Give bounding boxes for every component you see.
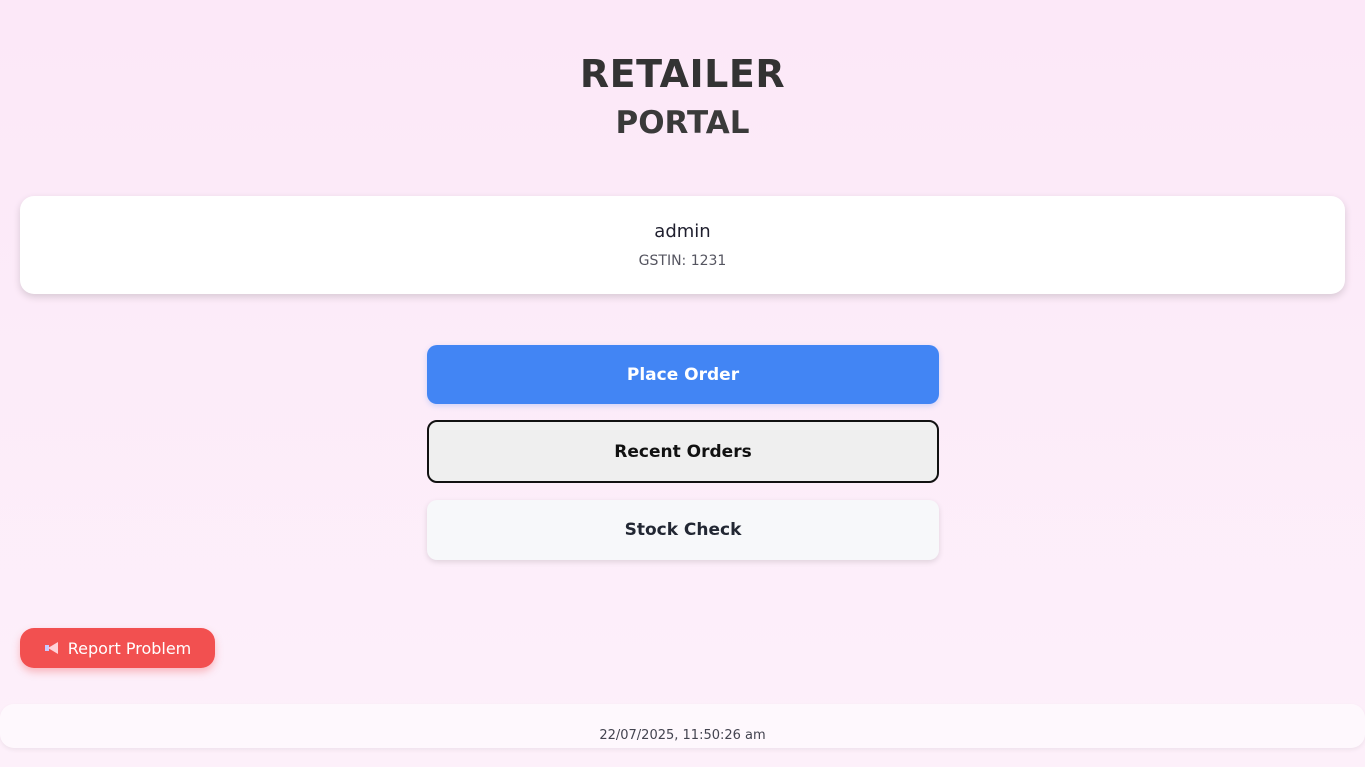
user-gstin: GSTIN: 1231 bbox=[638, 253, 727, 269]
report-problem-label: Report Problem bbox=[67, 638, 192, 658]
footer-timestamp: 22/07/2025, 11:50:26 am bbox=[599, 728, 766, 743]
report-problem-button[interactable]: Report Problem bbox=[20, 628, 215, 668]
place-order-button[interactable]: Place Order bbox=[427, 345, 939, 404]
page-subtitle: PORTAL bbox=[615, 105, 750, 141]
user-info-card: admin GSTIN: 1231 bbox=[20, 196, 1345, 294]
stock-check-button[interactable]: Stock Check bbox=[427, 500, 939, 560]
footer: 22/07/2025, 11:50:26 am bbox=[0, 704, 1365, 748]
recent-orders-button[interactable]: Recent Orders bbox=[427, 420, 939, 483]
user-name: admin bbox=[654, 221, 711, 242]
page-header: RETAILER PORTAL bbox=[0, 50, 1365, 144]
megaphone-icon bbox=[44, 641, 60, 655]
page-title: RETAILER bbox=[579, 52, 786, 96]
